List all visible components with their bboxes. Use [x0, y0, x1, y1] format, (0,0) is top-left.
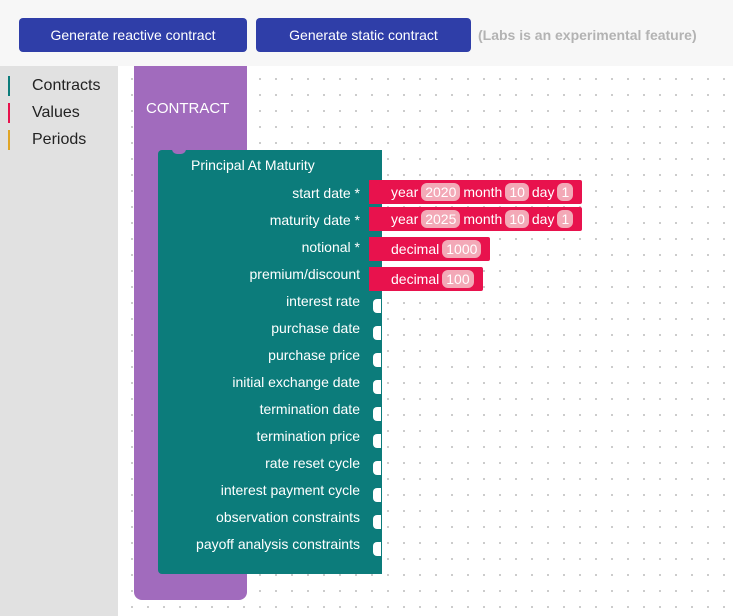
decimal-field[interactable]: 100	[442, 270, 474, 288]
input-connector[interactable]	[373, 434, 381, 448]
input-connector[interactable]	[373, 542, 381, 556]
category-label: Periods	[32, 131, 87, 148]
principal-at-maturity-block[interactable]: Principal At Maturity start date * matur…	[158, 149, 382, 574]
category-color-bar	[8, 103, 10, 123]
generate-reactive-contract-button[interactable]: Generate reactive contract	[19, 18, 247, 52]
input-connector[interactable]	[373, 380, 381, 394]
field-interest-payment-cycle: interest payment cycle	[220, 482, 360, 498]
category-values[interactable]: Values	[8, 102, 80, 124]
field-termination-price: termination price	[256, 428, 361, 444]
toolbar: Generate reactive contract Generate stat…	[0, 0, 733, 66]
field-maturity-date: maturity date *	[269, 212, 360, 228]
year-field[interactable]: 2025	[421, 210, 461, 228]
category-periods[interactable]: Periods	[8, 129, 86, 151]
input-connector[interactable]	[373, 326, 381, 340]
field-observation-constraints: observation constraints	[216, 509, 360, 525]
category-label: Contracts	[32, 77, 101, 94]
block-title: Principal At Maturity	[191, 157, 315, 173]
field-purchase-price: purchase price	[268, 347, 360, 363]
maturity-date-value-block[interactable]: year 2025 month 10 day 1	[369, 207, 583, 231]
field-start-date: start date *	[292, 185, 360, 201]
category-color-bar	[8, 76, 10, 96]
input-connector[interactable]	[373, 407, 381, 421]
block-notch	[172, 149, 186, 154]
day-label: day	[531, 184, 555, 200]
day-field[interactable]: 1	[557, 210, 574, 228]
input-connector[interactable]	[373, 461, 381, 475]
field-initial-exchange-date: initial exchange date	[232, 374, 360, 390]
contract-block-label: CONTRACT	[146, 100, 230, 117]
input-connector[interactable]	[373, 515, 381, 529]
decimal-label: decimal	[391, 241, 440, 257]
input-connector[interactable]	[373, 488, 381, 502]
premium-discount-value-block[interactable]: decimal 100	[369, 267, 483, 291]
category-color-bar	[8, 130, 10, 150]
field-payoff-analysis-constraints: payoff analysis constraints	[196, 536, 360, 552]
labs-note: (Labs is an experimental feature)	[478, 27, 697, 43]
field-purchase-date: purchase date	[271, 320, 360, 336]
month-field[interactable]: 10	[505, 183, 529, 201]
field-termination-date: termination date	[259, 401, 360, 417]
field-premium-discount: premium/discount	[249, 266, 361, 282]
generate-static-contract-button[interactable]: Generate static contract	[256, 18, 471, 52]
field-notional: notional *	[301, 239, 360, 255]
decimal-field[interactable]: 1000	[442, 240, 482, 258]
toolbox-sidebar: Contracts Values Periods	[0, 66, 118, 616]
month-label: month	[463, 184, 503, 200]
category-label: Values	[32, 104, 80, 121]
field-interest-rate: interest rate	[286, 293, 360, 309]
month-label: month	[463, 211, 503, 227]
input-connector[interactable]	[373, 353, 381, 367]
year-label: year	[391, 211, 419, 227]
day-label: day	[531, 211, 555, 227]
decimal-label: decimal	[391, 271, 440, 287]
year-field[interactable]: 2020	[421, 183, 461, 201]
month-field[interactable]: 10	[505, 210, 529, 228]
category-contracts[interactable]: Contracts	[8, 75, 100, 97]
day-field[interactable]: 1	[557, 183, 574, 201]
notional-value-block[interactable]: decimal 1000	[369, 237, 491, 261]
input-connector[interactable]	[373, 299, 381, 313]
year-label: year	[391, 184, 419, 200]
field-rate-reset-cycle: rate reset cycle	[265, 455, 360, 471]
start-date-value-block[interactable]: year 2020 month 10 day 1	[369, 180, 583, 204]
